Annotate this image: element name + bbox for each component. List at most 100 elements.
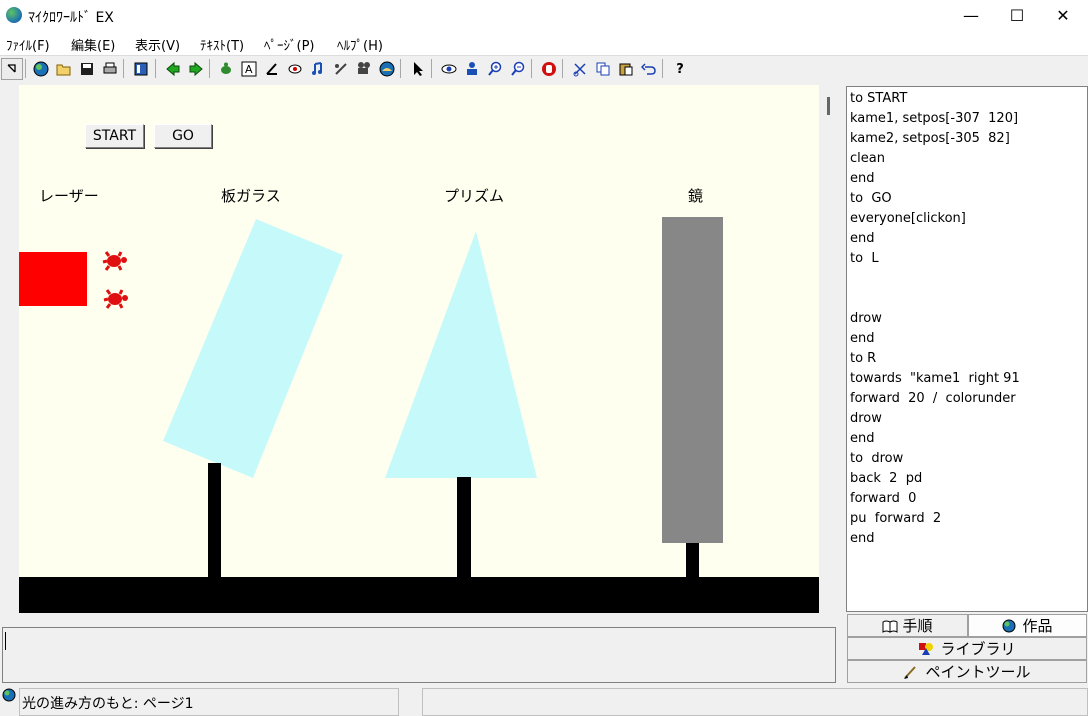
copy-icon[interactable] [592,58,614,80]
kame1-turtle [102,251,127,271]
stop-icon[interactable] [538,58,560,80]
mirror-stand [686,543,699,579]
layout-icon[interactable] [130,58,152,80]
window-title: ﾏｲｸﾛﾜｰﾙﾄﾞ EX [28,10,114,26]
tab-works[interactable]: 作品 [968,614,1087,637]
prism [385,231,537,478]
stamp-icon[interactable] [284,58,306,80]
menu-help[interactable]: ﾍﾙﾌﾟ(H) [337,35,383,54]
new-icon[interactable] [30,58,52,80]
code-line: kame2, setpos[-305 82] [850,131,1010,146]
status-page-panel: 光の進み方のもと: ページ1 [19,688,399,716]
help-icon[interactable]: ? [669,58,691,80]
stage-canvas[interactable]: START GO レーザー 板ガラス プリズム 鏡 [19,85,819,613]
tab-paint-tool-label: ペイントツール [925,663,1031,681]
video-icon[interactable] [353,58,375,80]
code-line: to START [850,91,908,106]
code-line: end [850,231,875,246]
menu-edit[interactable]: 編集(E) [71,35,115,54]
code-line: back 2 pd [850,471,923,486]
code-line: drow [850,311,882,326]
print-icon[interactable] [99,58,121,80]
toolbar-separator [431,59,432,78]
toolbar-separator [562,59,563,78]
back-icon[interactable] [162,58,184,80]
text-caret [5,632,6,650]
ground [19,577,819,613]
stage-drawing [19,217,819,613]
cut-icon[interactable] [569,58,591,80]
tab-works-label: 作品 [1022,617,1053,635]
code-line: forward 20 / colorunder [850,391,1016,406]
tab-library-label: ライブラリ [940,640,1016,658]
code-line: clean [850,151,885,166]
book-icon [882,620,898,633]
procedure-editor[interactable]: to START kame1, setpos[-307 120] kame2, se… [846,86,1088,612]
text-icon[interactable]: A [238,58,260,80]
code-line: to drow [850,451,904,466]
toolbar-separator [209,59,210,78]
eye-icon[interactable] [438,58,460,80]
undo-icon[interactable] [638,58,660,80]
code-line: end [850,331,875,346]
forward-icon[interactable] [185,58,207,80]
tab-procedures[interactable]: 手順 [847,614,968,637]
zoom-in-icon[interactable] [484,58,506,80]
canvas-scroll-indicator[interactable] [827,97,830,115]
tab-paint-tool[interactable]: ペイントツール [847,660,1087,683]
toolbar-separator [531,59,532,78]
toolbar: A ? [0,56,1088,83]
globe-icon [1002,619,1016,632]
laser-source [19,252,87,306]
glass-plate [163,219,343,478]
code-line: kame1, setpos[-307 120] [850,111,1019,126]
pointer-icon[interactable] [407,58,429,80]
svg-text:A: A [245,63,253,76]
globe-icon[interactable] [376,58,398,80]
tab-procedures-label: 手順 [902,617,933,635]
code-line: end [850,171,875,186]
globe-icon [2,688,16,702]
code-line: towards "kame1 right 91 [850,371,1020,386]
menu-view[interactable]: 表示(V) [135,35,180,54]
menu-file[interactable]: ﾌｧｲﾙ(F) [6,35,50,54]
open-icon[interactable] [53,58,75,80]
menu-page[interactable]: ﾍﾟｰｼﾞ(P) [264,35,314,54]
code-line: end [850,431,875,446]
kame2-turtle [103,289,128,309]
select-arrow-icon[interactable] [1,58,23,80]
status-page-text: 光の進み方のもと: ページ1 [22,696,194,712]
status-info-panel [422,688,1088,716]
code-line: pu forward 2 [850,511,942,526]
shapes-icon [919,642,934,655]
menu-text[interactable]: ﾃｷｽﾄ(T) [200,35,244,54]
title-bar: ﾏｲｸﾛﾜｰﾙﾄﾞ EX — ☐ ✕ [0,0,1088,31]
brush-icon [904,665,917,679]
zoom-out-icon[interactable] [507,58,529,80]
maximize-button[interactable]: ☐ [994,0,1040,31]
prism-stand [457,477,471,579]
paste-icon[interactable] [615,58,637,80]
code-line: to L [850,251,879,266]
code-line: to R [850,351,877,366]
minimize-button[interactable]: — [948,0,994,31]
turtle-icon[interactable] [215,58,237,80]
tab-library[interactable]: ライブラリ [847,637,1087,660]
code-line: to GO [850,191,892,206]
toolbar-separator [400,59,401,78]
pen-icon[interactable] [330,58,352,80]
mirror [662,217,723,543]
toolbar-separator [25,59,26,78]
glass-stand [208,463,221,579]
code-line: everyone[clickon] [850,211,966,226]
paint-icon[interactable] [261,58,283,80]
menu-bar: ﾌｧｲﾙ(F) 編集(E) 表示(V) ﾃｷｽﾄ(T) ﾍﾟｰｼﾞ(P) ﾍﾙﾌ… [0,31,1088,56]
code-line: end [850,531,875,546]
toolbar-separator [155,59,156,78]
app-globe-icon[interactable] [6,7,22,23]
close-button[interactable]: ✕ [1040,0,1086,31]
music-icon[interactable] [307,58,329,80]
person-icon[interactable] [461,58,483,80]
command-input[interactable] [2,627,836,683]
save-icon[interactable] [76,58,98,80]
